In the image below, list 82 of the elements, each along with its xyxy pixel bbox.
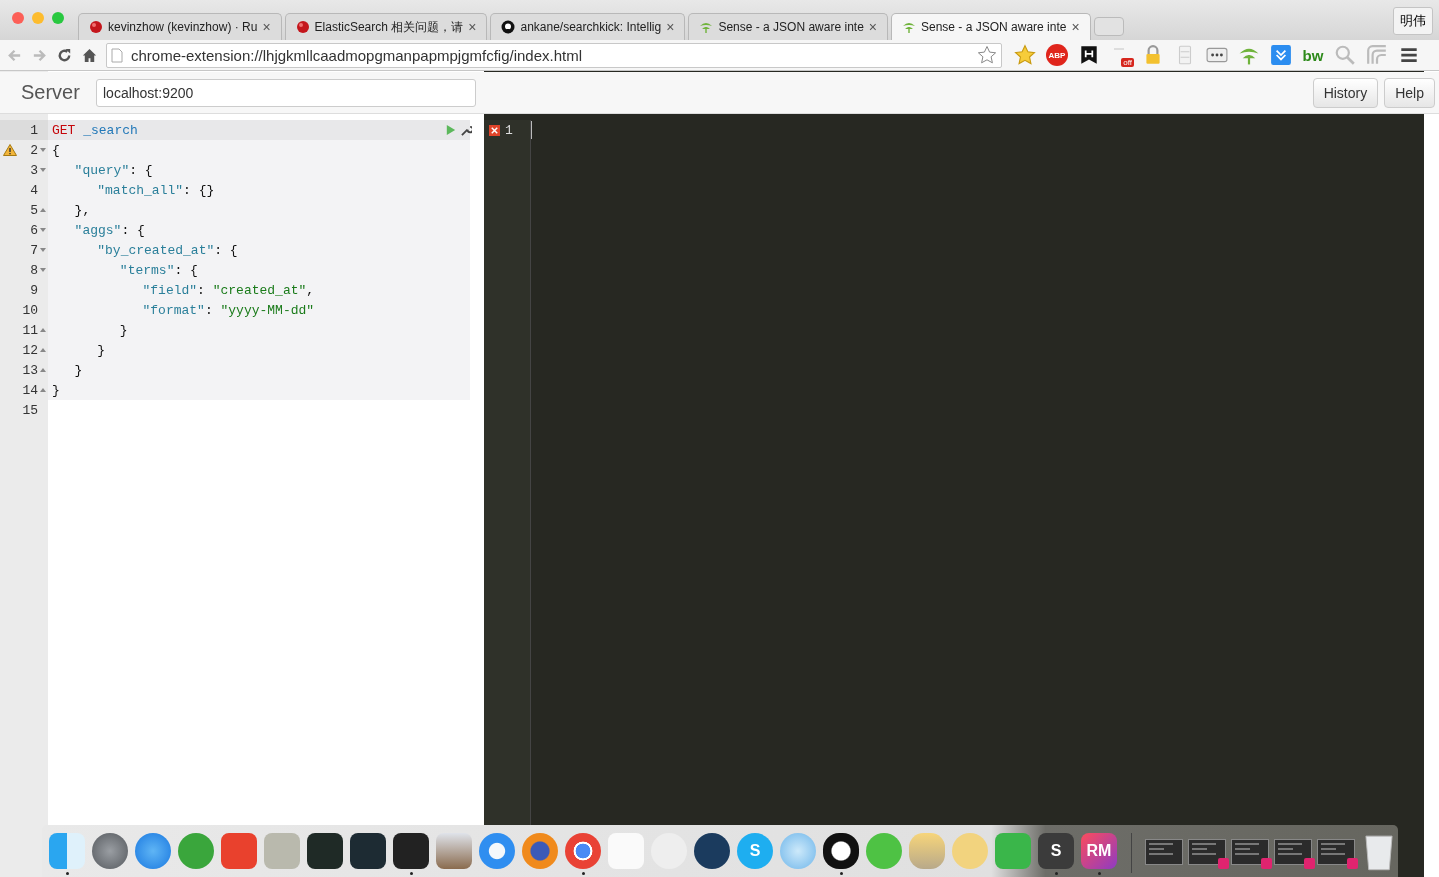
line-number: 11: [22, 322, 38, 338]
line-number: 12: [22, 342, 38, 358]
line-number: 6: [30, 222, 38, 238]
bookmark-star-icon[interactable]: [977, 45, 997, 65]
code-line: "aggs": {: [73, 222, 145, 238]
star-icon[interactable]: [1014, 44, 1036, 66]
code-line: "field": "created_at",: [141, 282, 315, 298]
line-number: 5: [30, 202, 38, 218]
toolbar-button[interactable]: History: [1312, 77, 1379, 108]
code-line: "format": "yyyy-MM-dd": [141, 302, 315, 318]
cast-icon[interactable]: [1366, 44, 1388, 66]
code-line: "by_created_at": {: [96, 242, 238, 258]
code-line: "query": {: [73, 162, 153, 178]
line-number: 15: [22, 402, 38, 418]
search-icon[interactable]: [1334, 44, 1356, 66]
fold-icon[interactable]: [40, 267, 46, 273]
fold-icon[interactable]: [40, 227, 46, 233]
line-number: 3: [30, 162, 38, 178]
code-line: "match_all": {}: [96, 182, 215, 198]
code-line: }: [73, 362, 83, 378]
code-line: }: [96, 342, 106, 358]
trash-icon[interactable]: [1365, 833, 1393, 871]
zoom-window-button[interactable]: [52, 12, 64, 24]
line-number: 1: [30, 122, 38, 138]
download-icon[interactable]: [1270, 44, 1292, 66]
window-thumbnail[interactable]: [1145, 839, 1183, 865]
close-tab-button[interactable]: ×: [262, 19, 271, 35]
line-number: 13: [22, 362, 38, 378]
fold-icon[interactable]: [40, 387, 46, 393]
browser-tab[interactable]: Sense - a JSON aware inte ×: [688, 13, 888, 40]
close-window-button[interactable]: [12, 12, 24, 24]
line-number: 4: [30, 182, 38, 198]
fold-icon[interactable]: [40, 207, 46, 213]
close-tab-button[interactable]: ×: [868, 19, 877, 35]
tab-title: Sense - a JSON aware inte: [921, 20, 1067, 34]
code-line: "terms": {: [118, 262, 198, 278]
tab-title: ankane/searchkick: Intellig: [520, 20, 662, 34]
tab-title: Sense - a JSON aware inte: [718, 20, 864, 34]
line-number: 7: [30, 242, 38, 258]
browser-tab[interactable]: ankane/searchkick: Intellig ×: [490, 13, 686, 40]
tab-title: ElasticSearch 相关问题，请: [314, 18, 464, 36]
code-line: {: [52, 142, 60, 158]
home-icon[interactable]: [81, 46, 98, 64]
fold-icon[interactable]: [40, 367, 46, 373]
server-field[interactable]: localhost:9200: [96, 78, 476, 107]
reload-icon[interactable]: [56, 46, 73, 64]
ruby-icon: [89, 20, 103, 34]
wrench-icon[interactable]: [461, 125, 472, 136]
toolbar-button[interactable]: Help: [1384, 77, 1435, 108]
ruby-icon: [295, 20, 310, 34]
line-number: 9: [30, 282, 38, 298]
browser-tab[interactable]: Sense - a JSON aware inte ×: [891, 13, 1091, 40]
fold-icon[interactable]: [40, 147, 46, 153]
fold-icon[interactable]: [40, 167, 46, 173]
address-bar[interactable]: chrome-extension://lhjgkmllcaadmopgmanpapmpjgmfcfig/index.html: [106, 42, 1002, 68]
close-tab-button[interactable]: ×: [468, 19, 477, 35]
code-line: GET _search: [52, 122, 138, 138]
fold-icon[interactable]: [40, 347, 46, 353]
fold-icon[interactable]: [40, 327, 46, 333]
browser-tab[interactable]: kevinzhow (kevinzhow) · Ru ×: [78, 13, 282, 40]
line-number: 2: [30, 142, 38, 158]
fold-icon[interactable]: [40, 247, 46, 253]
page-icon: [111, 47, 123, 63]
close-tab-button[interactable]: ×: [1071, 19, 1080, 35]
line-number: 14: [22, 382, 38, 398]
server-label: Server: [21, 81, 81, 104]
code-line: }: [52, 382, 60, 398]
browser-tab[interactable]: ElasticSearch 相关问题，请 ×: [284, 13, 488, 40]
line-number: 8: [30, 262, 38, 278]
line-number: 1: [505, 122, 513, 138]
tab-title: kevinzhow (kevinzhow) · Ru: [108, 20, 258, 34]
bookmark-icon[interactable]: [1078, 44, 1100, 66]
sublime-icon[interactable]: S: [1038, 833, 1074, 869]
code-line: },: [73, 202, 91, 218]
extension-icon[interactable]: bw: [1302, 44, 1324, 66]
play-icon[interactable]: [446, 125, 456, 135]
adblock-icon[interactable]: ABP: [1046, 44, 1068, 66]
profile-button[interactable]: 明伟: [1393, 7, 1433, 35]
line-number: 10: [22, 302, 38, 318]
code-line: }: [118, 322, 128, 338]
close-tab-button[interactable]: ×: [666, 19, 675, 35]
rubymine-icon[interactable]: RM: [1081, 833, 1117, 869]
